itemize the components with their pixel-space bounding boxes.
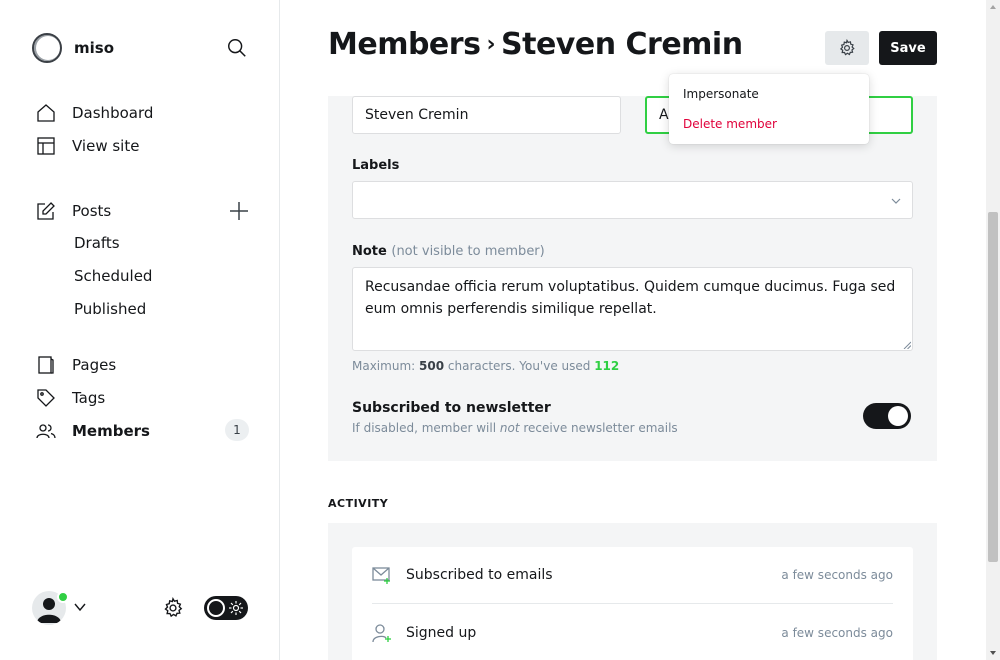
page-icon [36, 355, 56, 375]
activity-list: Subscribed to emails a few seconds ago S… [352, 547, 913, 660]
sidebar-item-label: Pages [72, 356, 117, 374]
chevron-down-icon[interactable] [73, 600, 87, 614]
add-post-icon[interactable] [228, 200, 250, 222]
sidebar-item-drafts[interactable]: Drafts [74, 234, 120, 256]
sidebar-item-members[interactable]: Members [36, 419, 150, 443]
sidebar-item-label: Dashboard [72, 104, 154, 122]
member-settings-button[interactable] [825, 31, 869, 65]
member-details-panel: Steven Cremin A Labels Note (not visible… [328, 96, 937, 461]
sidebar: miso Dashboard View site Posts Drafts Sc… [0, 0, 280, 660]
activity-time: a few seconds ago [781, 568, 893, 582]
hint-max: 500 [419, 359, 445, 373]
list-item: Signed up a few seconds ago [372, 604, 893, 660]
sidebar-item-published[interactable]: Published [74, 300, 146, 322]
newsletter-desc-em: not [499, 421, 520, 435]
edit-icon [36, 201, 56, 221]
note-textarea[interactable]: Recusandae officia rerum voluptatibus. Q… [352, 267, 913, 351]
email-subscribe-icon [372, 567, 390, 584]
resize-grip-icon[interactable] [903, 341, 911, 349]
sidebar-item-label: View site [72, 137, 140, 155]
sidebar-item-scheduled[interactable]: Scheduled [74, 267, 152, 289]
settings-gear-icon[interactable] [162, 597, 184, 619]
brand[interactable]: miso [32, 33, 114, 63]
scroll-up-arrow-icon[interactable] [989, 3, 997, 11]
note-label: Note (not visible to member) [352, 244, 545, 259]
activity-panel: Subscribed to emails a few seconds ago S… [328, 523, 937, 660]
sidebar-item-label: Tags [72, 389, 106, 407]
sidebar-item-view-site[interactable]: View site [36, 134, 139, 158]
member-actions-menu: Impersonate Delete member [669, 74, 869, 144]
activity-title: Signed up [406, 624, 477, 641]
sun-icon [229, 601, 243, 615]
hint-prefix: Maximum: [352, 359, 416, 373]
newsletter-title: Subscribed to newsletter [352, 400, 551, 416]
activity-title: Subscribed to emails [406, 567, 553, 583]
sidebar-item-label: Posts [72, 202, 112, 220]
newsletter-toggle[interactable] [863, 403, 911, 429]
delete-member-menu-item[interactable]: Delete member [683, 117, 777, 131]
toggle-knob [207, 599, 225, 617]
online-status-dot [57, 591, 69, 603]
home-icon [36, 103, 56, 123]
gear-icon [839, 39, 855, 56]
name-field[interactable]: Steven Cremin [352, 96, 621, 134]
scrollbar-thumb[interactable] [988, 212, 998, 562]
member-name-title: Steven Cremin [501, 27, 743, 62]
page-title: Members › Steven Cremin [328, 27, 743, 62]
brand-name: miso [74, 39, 115, 57]
sidebar-item-dashboard[interactable]: Dashboard [36, 101, 153, 125]
labels-select[interactable] [352, 181, 913, 219]
activity-heading: ACTIVITY [328, 497, 389, 510]
newsletter-description: If disabled, member will not receive new… [352, 421, 678, 435]
sidebar-item-posts[interactable]: Posts [36, 199, 111, 223]
hint-middle: characters. You've used [447, 359, 591, 373]
sidebar-item-tags[interactable]: Tags [36, 386, 105, 410]
note-textarea-value: Recusandae officia rerum voluptatibus. Q… [365, 279, 896, 317]
user-add-icon [372, 623, 391, 642]
chevron-down-icon [891, 198, 901, 204]
main-content: Members › Steven Cremin Save Steven Cremin… [280, 0, 986, 660]
labels-label: Labels [352, 158, 400, 173]
tag-icon [36, 388, 56, 408]
members-count-badge: 1 [225, 419, 249, 441]
theme-toggle[interactable] [204, 596, 248, 620]
brand-logo-icon [32, 33, 62, 63]
email-field-value: A [659, 107, 669, 123]
search-icon[interactable] [226, 37, 248, 59]
activity-time: a few seconds ago [781, 625, 893, 640]
breadcrumb-separator: › [486, 32, 496, 57]
note-label-text: Note [352, 244, 387, 259]
newsletter-desc-after: receive newsletter emails [523, 421, 678, 435]
hint-used: 112 [594, 359, 620, 373]
layout-icon [36, 136, 56, 156]
note-label-hint: (not visible to member) [391, 244, 545, 259]
scroll-down-arrow-icon[interactable] [989, 649, 997, 657]
toggle-knob [888, 406, 908, 426]
list-item: Subscribed to emails a few seconds ago [372, 547, 893, 604]
newsletter-desc-before: If disabled, member will [352, 421, 497, 435]
breadcrumb-members[interactable]: Members [328, 27, 481, 62]
members-icon [36, 421, 56, 441]
sidebar-item-pages[interactable]: Pages [36, 353, 116, 377]
sidebar-item-label: Members [72, 422, 150, 440]
save-button[interactable]: Save [879, 31, 937, 65]
note-char-count: Maximum: 500 characters. You've used 112 [352, 359, 619, 373]
impersonate-menu-item[interactable]: Impersonate [683, 87, 759, 101]
